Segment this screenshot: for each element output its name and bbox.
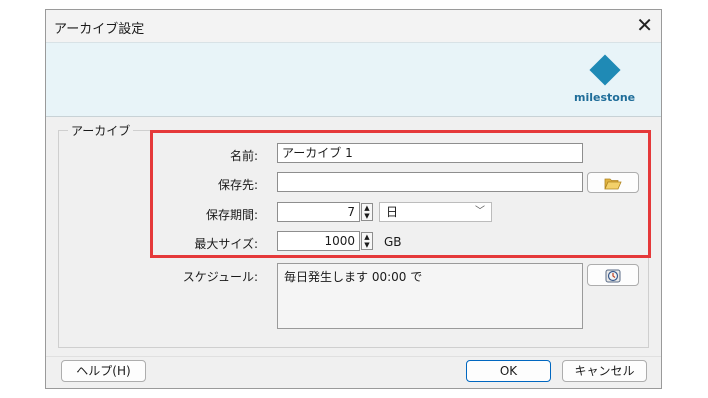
milestone-logo-icon — [589, 54, 621, 86]
header-banner: milestone — [46, 42, 661, 117]
max-size-label: 最大サイズ: — [194, 237, 258, 251]
retention-spinner[interactable]: ▲ ▼ — [361, 203, 373, 221]
name-input[interactable]: アーカイブ 1 — [277, 143, 583, 163]
folder-open-icon — [604, 178, 622, 190]
ok-button[interactable]: OK — [466, 360, 551, 382]
spin-up-icon[interactable]: ▲ — [362, 204, 372, 212]
close-icon[interactable]: ✕ — [636, 13, 653, 37]
archive-group-label: アーカイブ — [68, 122, 134, 139]
brand-logo-text: milestone — [574, 91, 636, 104]
title-bar: アーカイブ設定 ✕ — [46, 10, 661, 42]
window-title: アーカイブ設定 — [54, 22, 145, 37]
save-to-label: 保存先: — [217, 178, 258, 192]
schedule-text: 毎日発生します 00:00 で — [277, 263, 583, 329]
retention-unit-value: 日 — [386, 205, 399, 219]
archive-settings-dialog: アーカイブ設定 ✕ milestone アーカイブ 名前: アーカイブ 1 保存… — [45, 9, 662, 389]
footer-divider — [46, 356, 661, 357]
help-button[interactable]: ヘルプ(H) — [61, 360, 146, 382]
schedule-label: スケジュール: — [182, 270, 258, 284]
edit-schedule-button[interactable] — [587, 264, 639, 286]
clock-calendar-icon — [605, 269, 621, 283]
retention-value-input[interactable]: 7 — [277, 202, 360, 222]
retention-label: 保存期間: — [205, 208, 258, 222]
max-size-unit: GB — [384, 235, 402, 249]
spin-down-icon[interactable]: ▼ — [362, 241, 372, 249]
max-size-input[interactable]: 1000 — [277, 231, 360, 251]
spin-up-icon[interactable]: ▲ — [362, 233, 372, 241]
browse-folder-button[interactable] — [587, 172, 639, 193]
spin-down-icon[interactable]: ▼ — [362, 212, 372, 220]
cancel-button[interactable]: キャンセル — [562, 360, 647, 382]
max-size-spinner[interactable]: ▲ ▼ — [361, 232, 373, 250]
chevron-down-icon: ﹀ — [475, 206, 485, 217]
name-label: 名前: — [229, 149, 258, 163]
retention-unit-select[interactable]: 日 ﹀ — [379, 202, 492, 222]
save-to-input[interactable] — [277, 172, 583, 192]
